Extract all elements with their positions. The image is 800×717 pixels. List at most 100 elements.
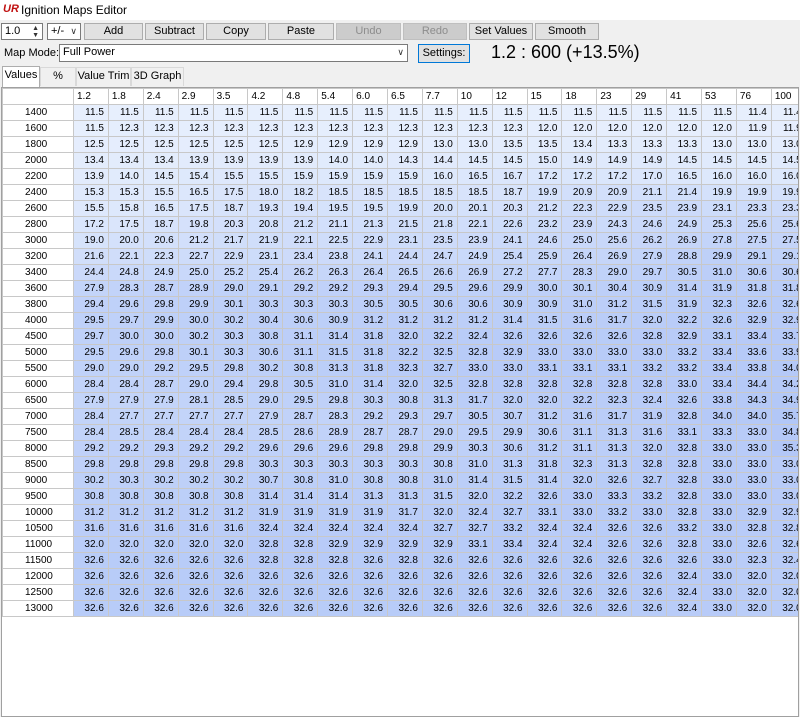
map-cell[interactable]: 29.2 <box>107 440 144 457</box>
map-cell[interactable]: 11.5 <box>491 104 528 121</box>
map-cell[interactable]: 31.2 <box>73 504 109 521</box>
tab-3d-graph[interactable]: 3D Graph <box>131 67 184 86</box>
map-cell[interactable]: 31.4 <box>491 312 528 329</box>
map-cell[interactable]: 32.7 <box>631 472 668 489</box>
map-cell[interactable]: 14.0 <box>107 168 144 185</box>
map-cell[interactable]: 33.0 <box>701 520 737 537</box>
map-cell[interactable]: 31.3 <box>317 360 354 377</box>
map-cell[interactable]: 32.0 <box>735 568 772 585</box>
map-cell[interactable]: 11.5 <box>73 120 109 137</box>
map-cell[interactable]: 32.0 <box>177 536 214 553</box>
map-cell[interactable]: 33.1 <box>701 328 737 345</box>
map-cell[interactable]: 32.6 <box>526 568 563 585</box>
map-cell[interactable]: 12.0 <box>526 120 563 137</box>
map-cell[interactable]: 32.6 <box>596 552 633 569</box>
map-cell[interactable]: 30.2 <box>212 472 249 489</box>
map-cell[interactable]: 32.6 <box>631 568 668 585</box>
map-cell[interactable]: 32.6 <box>282 600 319 617</box>
map-cell[interactable]: 25.9 <box>526 248 563 265</box>
map-cell[interactable]: 32.6 <box>247 584 284 601</box>
map-cell[interactable]: 30.6 <box>770 264 798 281</box>
map-cell[interactable]: 22.1 <box>456 216 493 233</box>
map-cell[interactable]: 32.3 <box>561 456 598 473</box>
map-cell[interactable]: 32.8 <box>666 472 703 489</box>
map-cell[interactable]: 12.3 <box>317 120 354 137</box>
map-cell[interactable]: 32.4 <box>526 520 563 537</box>
map-cell[interactable]: 29.8 <box>107 456 144 473</box>
map-cell[interactable]: 32.6 <box>212 584 249 601</box>
map-cell[interactable]: 29.9 <box>177 296 214 313</box>
map-cell[interactable]: 32.6 <box>73 552 109 569</box>
map-cell[interactable]: 32.8 <box>631 376 668 393</box>
map-cell[interactable]: 13.5 <box>526 136 563 153</box>
map-cell[interactable]: 32.6 <box>107 584 144 601</box>
map-cell[interactable]: 32.6 <box>491 328 528 345</box>
map-cell[interactable]: 29.0 <box>212 280 249 297</box>
map-cell[interactable]: 11.5 <box>177 104 214 121</box>
map-cell[interactable]: 32.6 <box>770 296 798 313</box>
add-button[interactable]: Add <box>84 23 143 40</box>
map-cell[interactable]: 31.9 <box>631 408 668 425</box>
map-cell[interactable]: 31.4 <box>526 472 563 489</box>
map-cell[interactable]: 28.4 <box>177 424 214 441</box>
map-cell[interactable]: 30.8 <box>212 488 249 505</box>
map-cell[interactable]: 32.0 <box>526 392 563 409</box>
map-cell[interactable]: 28.3 <box>561 264 598 281</box>
map-cell[interactable]: 32.8 <box>282 552 319 569</box>
map-cell[interactable]: 32.4 <box>247 520 284 537</box>
map-cell[interactable]: 32.6 <box>282 568 319 585</box>
redo-button[interactable]: Redo <box>403 23 467 40</box>
map-cell[interactable]: 33.0 <box>596 344 633 361</box>
map-cell[interactable]: 29.0 <box>73 360 109 377</box>
map-cell[interactable]: 31.4 <box>666 280 703 297</box>
map-cell[interactable]: 31.7 <box>456 392 493 409</box>
map-cell[interactable]: 32.6 <box>491 584 528 601</box>
map-cell[interactable]: 17.5 <box>212 184 249 201</box>
map-cell[interactable]: 33.0 <box>735 472 772 489</box>
map-cell[interactable]: 32.6 <box>421 552 458 569</box>
map-cell[interactable]: 15.5 <box>73 200 109 217</box>
map-cell[interactable]: 31.5 <box>526 312 563 329</box>
map-cell[interactable]: 29.3 <box>142 440 179 457</box>
map-cell[interactable]: 32.4 <box>456 328 493 345</box>
map-cell[interactable]: 32.6 <box>561 552 598 569</box>
map-cell[interactable]: 30.9 <box>491 296 528 313</box>
map-cell[interactable]: 32.0 <box>142 536 179 553</box>
map-cell[interactable]: 30.7 <box>491 408 528 425</box>
map-cell[interactable]: 28.3 <box>107 280 144 297</box>
map-cell[interactable]: 32.6 <box>456 568 493 585</box>
map-cell[interactable]: 30.6 <box>282 312 319 329</box>
map-cell[interactable]: 31.5 <box>631 296 668 313</box>
map-cell[interactable]: 33.3 <box>701 424 737 441</box>
map-cell[interactable]: 15.9 <box>387 168 423 185</box>
map-cell[interactable]: 11.5 <box>666 104 703 121</box>
map-cell[interactable]: 17.2 <box>73 216 109 233</box>
map-cell[interactable]: 32.6 <box>561 600 598 617</box>
map-cell[interactable]: 21.2 <box>177 232 214 249</box>
map-cell[interactable]: 20.9 <box>561 184 598 201</box>
map-cell[interactable]: 13.9 <box>177 152 214 169</box>
map-cell[interactable]: 30.2 <box>212 312 249 329</box>
map-cell[interactable]: 32.6 <box>282 584 319 601</box>
map-cell[interactable]: 13.3 <box>631 136 668 153</box>
map-cell[interactable]: 32.8 <box>247 552 284 569</box>
map-cell[interactable]: 30.8 <box>387 472 423 489</box>
map-cell[interactable]: 33.0 <box>526 344 563 361</box>
map-cell[interactable]: 33.0 <box>631 344 668 361</box>
map-cell[interactable]: 32.6 <box>247 568 284 585</box>
map-cell[interactable]: 32.6 <box>631 520 668 537</box>
map-cell[interactable]: 22.6 <box>491 216 528 233</box>
map-cell[interactable]: 11.9 <box>770 120 798 137</box>
map-cell[interactable]: 22.9 <box>212 248 249 265</box>
map-cell[interactable]: 11.4 <box>770 104 798 121</box>
map-cell[interactable]: 11.5 <box>352 104 389 121</box>
map-cell[interactable]: 30.6 <box>456 296 493 313</box>
map-cell[interactable]: 11.9 <box>735 120 772 137</box>
map-cell[interactable]: 31.3 <box>421 392 458 409</box>
map-cell[interactable]: 33.2 <box>631 488 668 505</box>
map-cell[interactable]: 33.1 <box>596 360 633 377</box>
map-cell[interactable]: 30.3 <box>212 328 249 345</box>
map-cell[interactable]: 12.3 <box>247 120 284 137</box>
map-cell[interactable]: 34.0 <box>701 408 737 425</box>
map-cell[interactable]: 33.0 <box>456 360 493 377</box>
